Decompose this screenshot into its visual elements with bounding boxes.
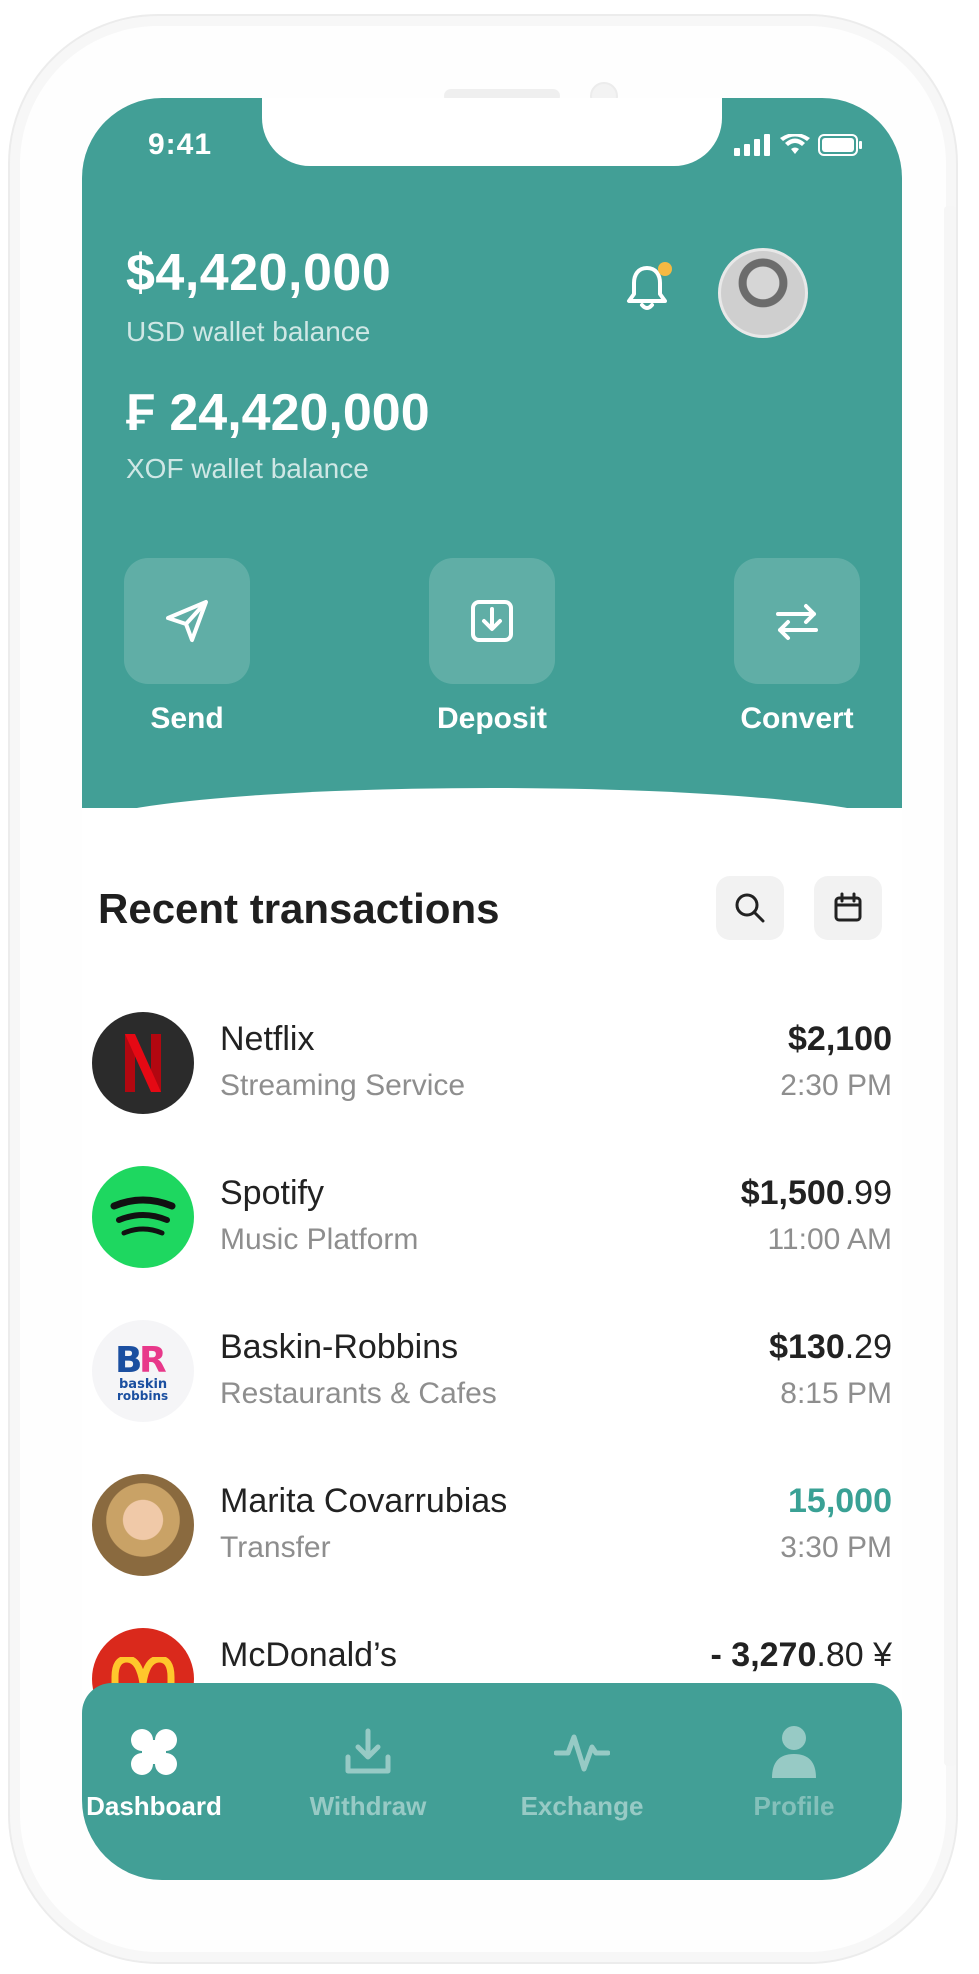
spotify-logo bbox=[92, 1166, 194, 1268]
amount-main: - 3,270 bbox=[710, 1636, 817, 1674]
recent-transactions-title: Recent transactions bbox=[98, 885, 500, 932]
status-icons bbox=[734, 134, 862, 156]
transaction-name: Spotify bbox=[220, 1174, 324, 1212]
usd-balance-label: USD wallet balance bbox=[126, 316, 371, 347]
nav-label-dashboard: Dashboard bbox=[86, 1791, 222, 1821]
deposit-icon bbox=[471, 600, 513, 642]
profile-icon bbox=[772, 1726, 816, 1778]
spotify-waves-icon bbox=[110, 1196, 176, 1236]
nav-item-profile[interactable]: Profile bbox=[694, 1721, 894, 1822]
person-avatar bbox=[92, 1474, 194, 1576]
wallet-header: 9:41 $4,420,000 USD wallet balance ₣ 24,… bbox=[82, 98, 902, 808]
notifications-button[interactable] bbox=[626, 262, 672, 312]
send-label: Send bbox=[150, 702, 224, 735]
transaction-category: Transfer bbox=[220, 1531, 331, 1564]
amount-main: $1,500 bbox=[740, 1174, 845, 1212]
quick-actions: Send Deposit Convert bbox=[82, 558, 902, 735]
transaction-category: Restaurants & Cafes bbox=[220, 1377, 497, 1410]
calendar-button[interactable] bbox=[814, 876, 882, 940]
deposit-tile bbox=[429, 558, 555, 684]
transaction-row[interactable]: Marita Covarrubias Transfer 15,000 3:30 … bbox=[92, 1474, 892, 1580]
netflix-logo bbox=[92, 1012, 194, 1114]
baskin-robbins-mark: BRbaskinrobbins bbox=[115, 1340, 168, 1403]
deposit-button[interactable]: Deposit bbox=[429, 558, 555, 736]
nav-item-exchange[interactable]: Exchange bbox=[482, 1721, 682, 1822]
xof-balance-label: XOF wallet balance bbox=[126, 453, 369, 484]
svg-text:R: R bbox=[139, 1340, 167, 1381]
phone-notch bbox=[262, 98, 722, 166]
transaction-name: Marita Covarrubias bbox=[220, 1482, 508, 1520]
transaction-time: 3:30 PM bbox=[780, 1531, 892, 1564]
nav-label-exchange: Exchange bbox=[520, 1791, 644, 1821]
withdraw-icon bbox=[345, 1728, 391, 1774]
notification-dot bbox=[658, 262, 672, 276]
search-button[interactable] bbox=[716, 876, 784, 940]
send-icon bbox=[166, 600, 208, 642]
usd-balance: $4,420,000 bbox=[126, 244, 392, 302]
exchange-icon bbox=[554, 1734, 610, 1772]
user-avatar[interactable] bbox=[718, 248, 808, 338]
phone-side-edge bbox=[944, 206, 956, 1766]
convert-icon bbox=[776, 604, 818, 640]
amount-main: $130 bbox=[769, 1328, 845, 1366]
deposit-label: Deposit bbox=[436, 702, 547, 735]
amount-decimal: .29 bbox=[844, 1328, 892, 1366]
transaction-name: Baskin-Robbins bbox=[220, 1328, 459, 1366]
svg-text:robbins: robbins bbox=[117, 1389, 168, 1403]
transaction-time: 8:15 PM bbox=[780, 1377, 892, 1410]
transaction-category: Music Platform bbox=[220, 1223, 419, 1256]
nav-item-withdraw[interactable]: Withdraw bbox=[268, 1721, 468, 1822]
transaction-amount: $1,500.99 bbox=[741, 1174, 892, 1213]
nav-label-withdraw: Withdraw bbox=[309, 1791, 427, 1821]
send-button[interactable]: Send bbox=[124, 558, 250, 736]
nav-item-dashboard[interactable]: Dashboard bbox=[82, 1721, 254, 1822]
transaction-row[interactable]: Netflix Streaming Service $2,100 2:30 PM bbox=[92, 1012, 892, 1118]
send-tile bbox=[124, 558, 250, 684]
transaction-name: McDonald’s bbox=[220, 1636, 398, 1674]
app-screen: 9:41 $4,420,000 USD wallet balance ₣ 24,… bbox=[82, 98, 902, 1880]
convert-button[interactable]: Convert bbox=[734, 558, 860, 736]
transaction-amount: $130.29 bbox=[769, 1328, 892, 1367]
transaction-time: 2:30 PM bbox=[780, 1069, 892, 1102]
signal-icon bbox=[734, 134, 770, 156]
transaction-row[interactable]: Spotify Music Platform $1,500.99 11:00 A… bbox=[92, 1166, 892, 1272]
amount-main: 15,000 bbox=[788, 1482, 892, 1520]
status-time: 9:41 bbox=[148, 128, 213, 161]
amount-decimal: .80 ¥ bbox=[816, 1636, 892, 1674]
transaction-amount: - 3,270.80 ¥ bbox=[711, 1636, 892, 1675]
search-icon bbox=[735, 893, 765, 923]
transaction-name: Netflix bbox=[220, 1020, 315, 1058]
dashboard-icon bbox=[131, 1729, 177, 1775]
transaction-time: 11:00 AM bbox=[767, 1223, 892, 1256]
wifi-icon bbox=[780, 134, 810, 154]
netflix-n-icon bbox=[125, 1034, 161, 1092]
convert-tile bbox=[734, 558, 860, 684]
battery-icon bbox=[818, 134, 862, 156]
xof-balance: ₣ 24,420,000 bbox=[126, 384, 430, 442]
convert-label: Convert bbox=[740, 702, 854, 735]
bottom-navigation: Dashboard Withdraw Exchange Profile bbox=[82, 1683, 902, 1880]
amount-decimal: .99 bbox=[844, 1174, 892, 1212]
transaction-category: Streaming Service bbox=[220, 1069, 466, 1102]
amount-main: $2,100 bbox=[788, 1020, 892, 1058]
calendar-icon bbox=[834, 892, 862, 922]
transaction-amount: 15,000 bbox=[788, 1482, 892, 1521]
transaction-amount: $2,100 bbox=[788, 1020, 892, 1059]
nav-label-profile: Profile bbox=[753, 1791, 835, 1821]
transaction-row[interactable]: B Rbaskin robbins Baskin-Robbins Restauran… bbox=[92, 1320, 892, 1426]
baskin-robbins-logo: B Rbaskin robbins bbox=[92, 1320, 194, 1422]
